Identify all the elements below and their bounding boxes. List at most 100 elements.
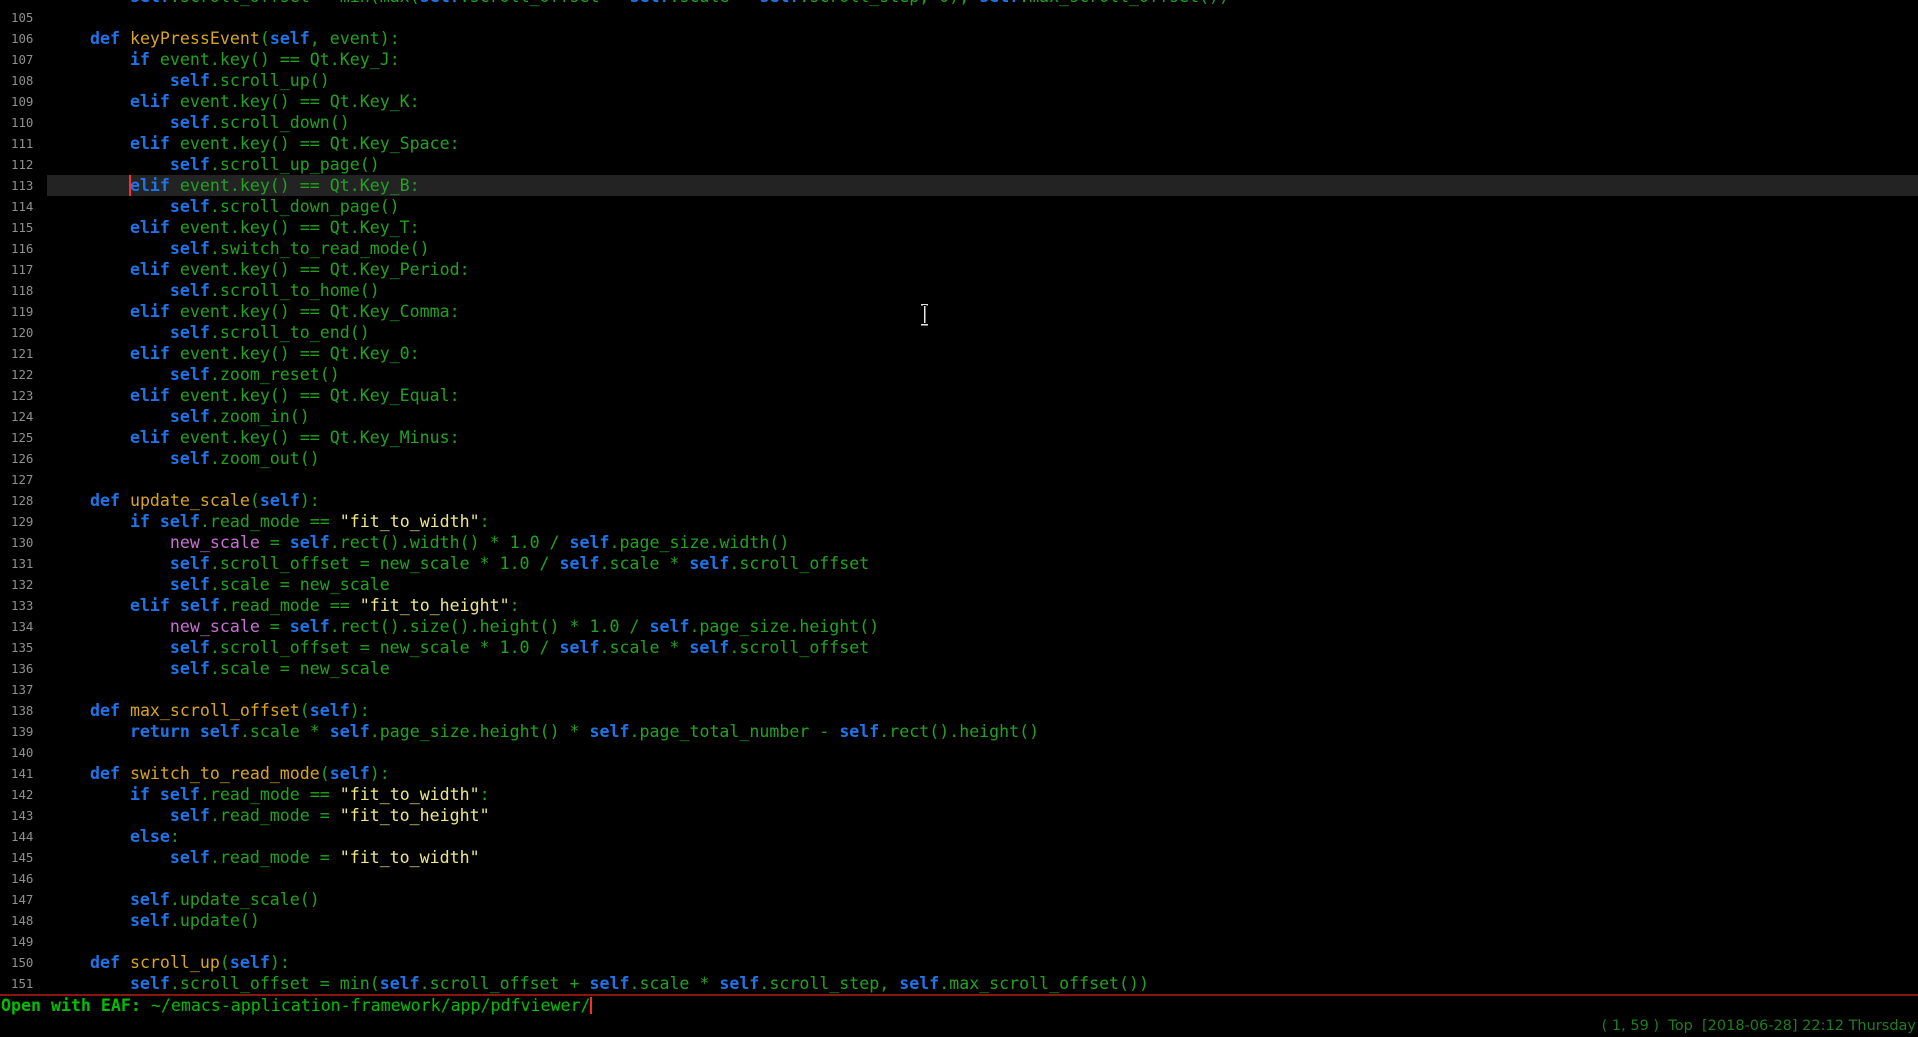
code-line[interactable]: 131 self.scroll_offset = new_scale * 1.0… (0, 553, 1918, 574)
code-token: .scale * (600, 638, 690, 657)
line-number: 114 (11, 196, 33, 217)
code-line[interactable]: 134 new_scale = self.rect().size().heigh… (0, 616, 1918, 637)
code-line[interactable]: 135 self.scroll_offset = new_scale * 1.0… (0, 637, 1918, 658)
code-line[interactable]: 141 def switch_to_read_mode(self): (0, 763, 1918, 784)
code-line[interactable]: 114 self.scroll_down_page() (0, 196, 1918, 217)
code-token: .zoom_out() (210, 449, 320, 468)
code-token: return (130, 722, 190, 741)
code-text: self.scroll_offset = min(max(self.scroll… (50, 0, 1229, 7)
code-token: event.key() == Qt.Key_Space: (170, 134, 460, 153)
code-line[interactable]: 140 (0, 742, 1918, 763)
code-line[interactable]: 112 self.scroll_up_page() (0, 154, 1918, 175)
code-line[interactable]: 107 if event.key() == Qt.Key_J: (0, 49, 1918, 70)
code-text: def max_scroll_offset(self): (50, 700, 370, 721)
code-token: self (170, 365, 210, 384)
code-token: event.key() == Qt.Key_T: (170, 218, 420, 237)
code-line[interactable]: 129 if self.read_mode == "fit_to_width": (0, 511, 1918, 532)
code-line[interactable]: 145 self.read_mode = "fit_to_width" (0, 847, 1918, 868)
code-line[interactable]: 128 def update_scale(self): (0, 490, 1918, 511)
code-token: self (170, 281, 210, 300)
code-line[interactable]: 105 (0, 7, 1918, 28)
code-line[interactable]: 120 self.scroll_to_end() (0, 322, 1918, 343)
code-line[interactable]: 108 self.scroll_up() (0, 70, 1918, 91)
line-number: 135 (11, 637, 33, 658)
code-line[interactable]: 139 return self.scale * self.page_size.h… (0, 721, 1918, 742)
code-line[interactable]: 142 if self.read_mode == "fit_to_width": (0, 784, 1918, 805)
code-token: "fit_to_width" (340, 848, 480, 867)
code-token: .rect().height() (879, 722, 1039, 741)
code-line[interactable]: 126 self.zoom_out() (0, 448, 1918, 469)
code-token: self (170, 197, 210, 216)
code-token: def (90, 29, 120, 48)
code-token: event.key() == Qt.Key_Equal: (170, 386, 460, 405)
code-token: .page_size.height() (689, 617, 879, 636)
code-line[interactable]: 119 elif event.key() == Qt.Key_Comma: (0, 301, 1918, 322)
code-line[interactable]: 147 self.update_scale() (0, 889, 1918, 910)
code-token: self (839, 722, 879, 741)
code-token: def (90, 764, 120, 783)
code-line[interactable]: 106 def keyPressEvent(self, event): (0, 28, 1918, 49)
code-line[interactable]: 118 self.scroll_to_home() (0, 280, 1918, 301)
code-token: self (420, 0, 460, 6)
code-text: self.update() (50, 910, 260, 931)
code-token: .scroll_offset (729, 638, 869, 657)
minibuffer-input[interactable]: ~/emacs-application-framework/app/pdfvie… (151, 996, 591, 1015)
code-token: .page_size.width() (610, 533, 790, 552)
code-token: event.key() == Qt.Key_Comma: (170, 302, 460, 321)
code-line[interactable]: 121 elif event.key() == Qt.Key_0: (0, 343, 1918, 364)
code-line[interactable]: 144 else: (0, 826, 1918, 847)
code-token (50, 239, 170, 258)
code-line[interactable]: 125 elif event.key() == Qt.Key_Minus: (0, 427, 1918, 448)
code-line[interactable]: 116 self.switch_to_read_mode() (0, 238, 1918, 259)
code-line[interactable]: 124 self.zoom_in() (0, 406, 1918, 427)
code-line[interactable]: 133 elif self.read_mode == "fit_to_heigh… (0, 595, 1918, 616)
code-token: .read_mode = (210, 848, 340, 867)
minibuffer[interactable]: Open with EAF: ~/emacs-application-frame… (0, 996, 1918, 1016)
code-token: self (170, 638, 210, 657)
code-buffer[interactable]: self.scroll_offset = min(max(self.scroll… (0, 0, 1918, 994)
code-line[interactable]: 150 def scroll_up(self): (0, 952, 1918, 973)
code-line[interactable]: 138 def max_scroll_offset(self): (0, 700, 1918, 721)
code-token: .zoom_reset() (210, 365, 340, 384)
code-line[interactable]: 123 elif event.key() == Qt.Key_Equal: (0, 385, 1918, 406)
code-line[interactable]: 130 new_scale = self.rect().width() * 1.… (0, 532, 1918, 553)
code-line[interactable]: 117 elif event.key() == Qt.Key_Period: (0, 259, 1918, 280)
code-token: .page_size.height() * (370, 722, 590, 741)
code-token (50, 533, 170, 552)
code-token (50, 554, 170, 573)
code-token: ( (250, 491, 260, 510)
code-token (50, 218, 130, 237)
code-line[interactable]: 110 self.scroll_down() (0, 112, 1918, 133)
code-token: self (979, 0, 1019, 6)
code-token: self (170, 323, 210, 342)
code-token: .switch_to_read_mode() (210, 239, 430, 258)
code-token: ): (350, 701, 370, 720)
code-line-partial[interactable]: self.scroll_offset = min(max(self.scroll… (0, 0, 1918, 7)
code-line[interactable]: 113 elif event.key() == Qt.Key_B: (0, 175, 1918, 196)
code-text: self.scroll_to_end() (50, 322, 370, 343)
code-text: elif event.key() == Qt.Key_Comma: (50, 301, 460, 322)
code-text: def scroll_up(self): (50, 952, 290, 973)
line-number: 115 (11, 217, 33, 238)
code-token: new_scale (170, 533, 260, 552)
code-token (50, 197, 170, 216)
code-line[interactable]: 143 self.read_mode = "fit_to_height" (0, 805, 1918, 826)
code-line[interactable]: 132 self.scale = new_scale (0, 574, 1918, 595)
line-number: 109 (11, 91, 33, 112)
line-number: 128 (11, 490, 33, 511)
code-token: .read_mode == (200, 512, 340, 531)
code-text: self.scroll_offset = new_scale * 1.0 / s… (50, 553, 869, 574)
code-line[interactable]: 127 (0, 469, 1918, 490)
code-line[interactable]: 137 (0, 679, 1918, 700)
code-line[interactable]: 115 elif event.key() == Qt.Key_T: (0, 217, 1918, 238)
code-line[interactable]: 136 self.scale = new_scale (0, 658, 1918, 679)
code-line[interactable]: 149 (0, 931, 1918, 952)
code-line[interactable]: 151 self.scroll_offset = min(self.scroll… (0, 973, 1918, 994)
code-line[interactable]: 148 self.update() (0, 910, 1918, 931)
code-token: elif (130, 134, 170, 153)
code-token: self (160, 512, 200, 531)
code-line[interactable]: 109 elif event.key() == Qt.Key_K: (0, 91, 1918, 112)
code-line[interactable]: 146 (0, 868, 1918, 889)
code-line[interactable]: 122 self.zoom_reset() (0, 364, 1918, 385)
code-line[interactable]: 111 elif event.key() == Qt.Key_Space: (0, 133, 1918, 154)
